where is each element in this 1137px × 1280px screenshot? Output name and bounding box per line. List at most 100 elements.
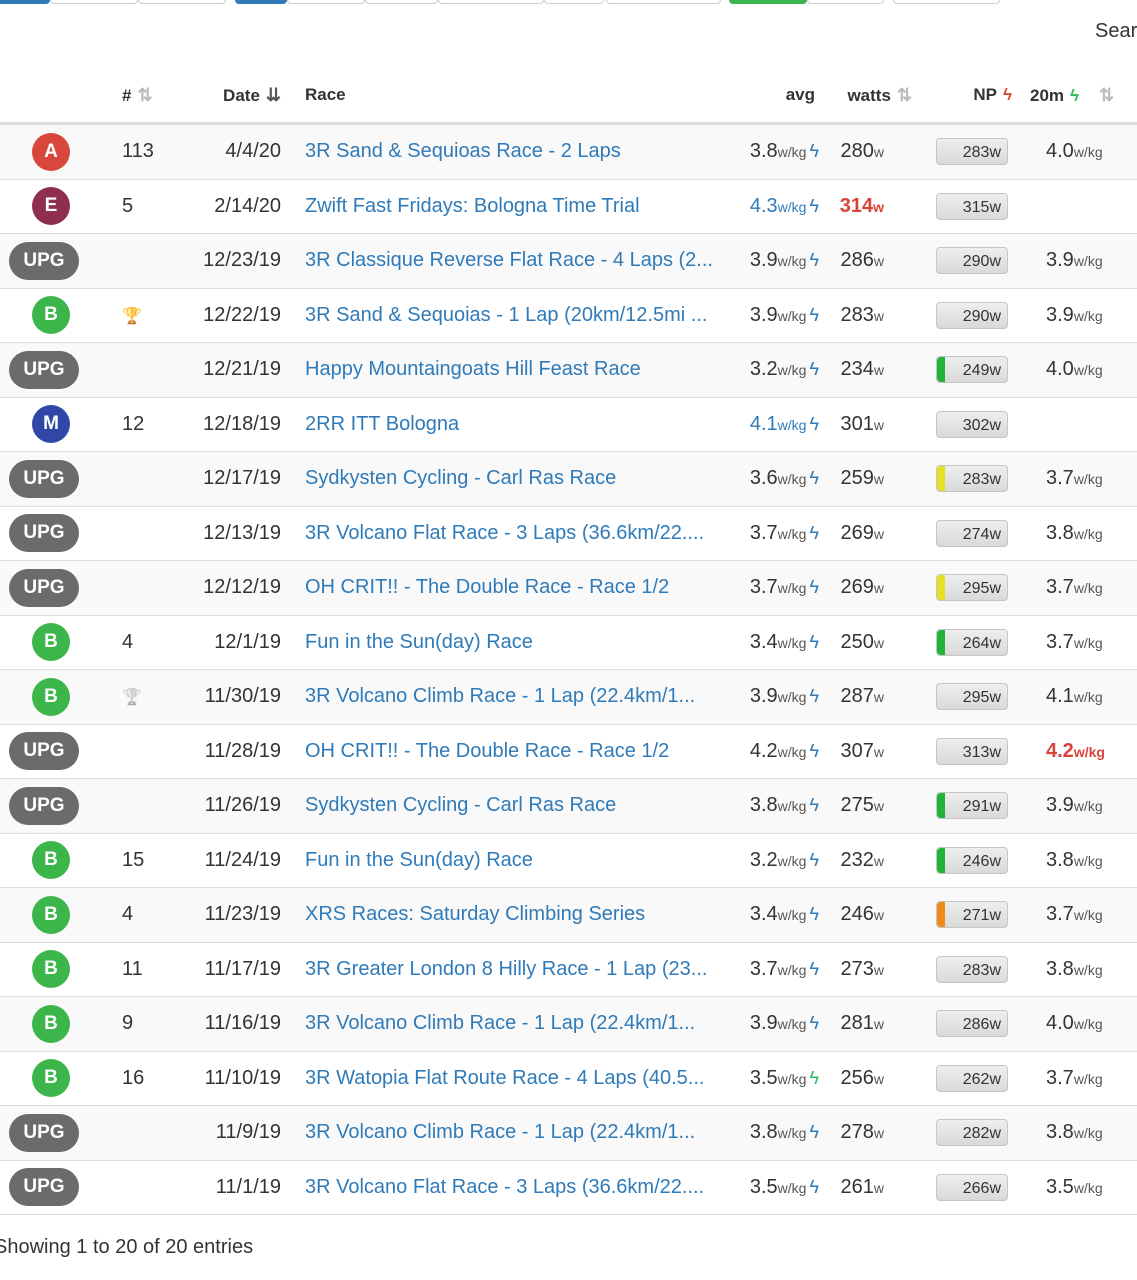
toolbar-button[interactable]: [365, 0, 438, 4]
table-row[interactable]: B 🏆 12/22/19 3R Sand & Sequoias - 1 Lap (20…: [0, 288, 1137, 343]
race-link[interactable]: 3R Classique Reverse Flat Race - 4 Laps …: [305, 249, 713, 271]
toolbar-button[interactable]: [729, 0, 807, 4]
watts-value: 307: [840, 739, 874, 762]
race-link[interactable]: 3R Watopia Flat Route Race - 4 Laps (40.…: [305, 1067, 704, 1089]
toolbar-button[interactable]: [287, 0, 365, 4]
table-row[interactable]: UPG 12/21/19 Happy Mountaingoats Hill Feas…: [0, 342, 1137, 398]
col-race-header[interactable]: Race: [285, 68, 725, 125]
twenty-cell: 3.7w/kg: [1020, 887, 1137, 943]
race-link[interactable]: Sydkysten Cycling - Carl Ras Race: [305, 794, 616, 816]
race-link[interactable]: Fun in the Sun(day) Race: [305, 631, 533, 653]
table-row[interactable]: B 🏆 11/30/19 3R Volcano Climb Race - 1 Lap …: [0, 669, 1137, 725]
table-row[interactable]: B 4 12/1/19 Fun in the Sun(day) Race 3.4w/kg…: [0, 615, 1137, 670]
race-link[interactable]: 2RR ITT Bologna: [305, 413, 459, 435]
race-link[interactable]: 3R Volcano Climb Race - 1 Lap (22.4km/1.…: [305, 1121, 695, 1143]
twenty-value: 3.7: [1046, 467, 1074, 490]
table-row[interactable]: UPG 12/23/19 3R Classique Reverse Flat Rac…: [0, 233, 1137, 289]
np-value: 313w: [962, 743, 1001, 761]
toolbar-button[interactable]: [0, 0, 50, 4]
cat-cell: B: [0, 942, 110, 997]
toolbar-button[interactable]: [138, 0, 226, 4]
avg-unit: w/kg: [777, 362, 807, 379]
toolbar-button[interactable]: [235, 0, 287, 4]
race-link[interactable]: 3R Sand & Sequoias - 1 Lap (20km/12.5mi …: [305, 304, 707, 326]
race-link[interactable]: Happy Mountaingoats Hill Feast Race: [305, 358, 641, 380]
race-link[interactable]: 3R Volcano Flat Race - 3 Laps (36.6km/22…: [305, 1176, 704, 1198]
table-row[interactable]: E 5 2/14/20 Zwift Fast Fridays: Bologna Tim…: [0, 179, 1137, 234]
twenty-cell: 4.0w/kg: [1020, 123, 1137, 180]
np-value: 290w: [962, 307, 1001, 325]
race-link[interactable]: Zwift Fast Fridays: Bologna Time Trial: [305, 195, 640, 217]
toolbar-button[interactable]: [544, 0, 604, 4]
category-badge: UPG: [9, 786, 79, 825]
table-row[interactable]: A 113 4/4/20 3R Sand & Sequioas Race - 2 La…: [0, 123, 1137, 180]
avg-value: 3.6: [749, 467, 778, 490]
race-link[interactable]: 3R Greater London 8 Hilly Race - 1 Lap (…: [305, 958, 707, 980]
table-row[interactable]: B 15 11/24/19 Fun in the Sun(day) Race 3.2w/…: [0, 833, 1137, 888]
toolbar-button[interactable]: [50, 0, 138, 4]
col-date-header[interactable]: Date ⇊: [175, 68, 285, 125]
race-link[interactable]: Sydkysten Cycling - Carl Ras Race: [305, 467, 616, 489]
table-row[interactable]: B 16 11/10/19 3R Watopia Flat Route Race - …: [0, 1051, 1137, 1106]
avg-value: 3.2: [749, 848, 778, 871]
watts-cell: 280w: [825, 123, 920, 180]
sort-icon: ⇅: [137, 84, 153, 105]
col-avg-header[interactable]: avg: [725, 68, 825, 125]
avg-unit: w/kg: [777, 253, 807, 270]
col-watts-header[interactable]: watts ⇅: [825, 68, 920, 125]
date-value: 11/9/19: [215, 1121, 281, 1144]
toolbar-button[interactable]: [438, 0, 544, 4]
table-row[interactable]: M 12 12/18/19 2RR ITT Bologna 4.1w/kg ϟ 301w 30…: [0, 397, 1137, 452]
twenty-unit: w/kg: [1073, 1125, 1103, 1142]
table-row[interactable]: UPG 11/9/19 3R Volcano Climb Race - 1 Lap …: [0, 1105, 1137, 1161]
race-link[interactable]: 3R Volcano Climb Race - 1 Lap (22.4km/1.…: [305, 1012, 695, 1034]
table-row[interactable]: B 9 11/16/19 3R Volcano Climb Race - 1 Lap …: [0, 996, 1137, 1052]
table-row[interactable]: B 11 11/17/19 3R Greater London 8 Hilly Rac…: [0, 942, 1137, 997]
table-row[interactable]: B 4 11/23/19 XRS Races: Saturday Climbing S…: [0, 887, 1137, 943]
np-cell: 246w: [920, 833, 1020, 888]
table-row[interactable]: UPG 11/1/19 3R Volcano Flat Race - 3 Laps …: [0, 1160, 1137, 1215]
watts-value: 275: [840, 794, 874, 817]
col-num-header[interactable]: # ⇅: [110, 68, 175, 125]
twenty-unit: w/kg: [1073, 1070, 1103, 1087]
toolbar-button[interactable]: [606, 0, 721, 4]
table-row[interactable]: UPG 11/26/19 Sydkysten Cycling - Carl Ras …: [0, 778, 1137, 834]
cat-cell: B: [0, 288, 110, 343]
bolt-icon: ϟ: [809, 468, 819, 489]
race-link[interactable]: OH CRIT!! - The Double Race - Race 1/2: [305, 740, 669, 762]
race-link[interactable]: OH CRIT!! - The Double Race - Race 1/2: [305, 576, 669, 598]
np-cell: 271w: [920, 887, 1020, 943]
num-cell: 5: [110, 179, 175, 234]
race-link[interactable]: 3R Volcano Climb Race - 1 Lap (22.4km/1.…: [305, 685, 695, 707]
race-link[interactable]: 3R Volcano Flat Race - 3 Laps (36.6km/22…: [305, 522, 704, 544]
race-link[interactable]: 3R Sand & Sequioas Race - 2 Laps: [305, 140, 621, 162]
avg-value: 3.9: [749, 685, 778, 708]
np-box: 249w: [936, 356, 1008, 384]
np-cell: 291w: [920, 778, 1020, 834]
date-cell: 11/26/19: [175, 778, 285, 834]
table-row[interactable]: UPG 12/12/19 OH CRIT!! - The Double Race -…: [0, 560, 1137, 616]
race-cell: OH CRIT!! - The Double Race - Race 1/2: [285, 560, 725, 616]
watts-cell: 283w: [825, 288, 920, 343]
avg-cell: 3.7w/kg ϟ: [725, 560, 825, 616]
col-20m-header[interactable]: 20m ϟ ⇅: [1020, 68, 1137, 125]
table-row[interactable]: UPG 12/17/19 Sydkysten Cycling - Carl Ras …: [0, 451, 1137, 507]
avg-cell: 3.8w/kg ϟ: [725, 1105, 825, 1161]
num-cell: [110, 724, 175, 779]
table-row[interactable]: UPG 12/13/19 3R Volcano Flat Race - 3 Laps…: [0, 506, 1137, 561]
avg-cell: 3.2w/kg ϟ: [725, 833, 825, 888]
category-badge: B: [32, 1059, 70, 1098]
toolbar-button[interactable]: [807, 0, 884, 4]
watts-cell: 301w: [825, 397, 920, 452]
col-np-header[interactable]: NP ϟ: [920, 68, 1020, 125]
watts-value: 256: [840, 1066, 874, 1089]
avg-cell: 3.8w/kg ϟ: [725, 778, 825, 834]
np-value: 283w: [962, 471, 1001, 489]
race-link[interactable]: XRS Races: Saturday Climbing Series: [305, 903, 645, 925]
avg-unit: w/kg: [777, 1070, 807, 1087]
num-cell: 🏆: [110, 288, 175, 343]
toolbar-button[interactable]: [893, 0, 1000, 4]
table-row[interactable]: UPG 11/28/19 OH CRIT!! - The Double Race -…: [0, 724, 1137, 779]
race-link[interactable]: Fun in the Sun(day) Race: [305, 849, 533, 871]
bolt-icon: ϟ: [809, 522, 819, 543]
